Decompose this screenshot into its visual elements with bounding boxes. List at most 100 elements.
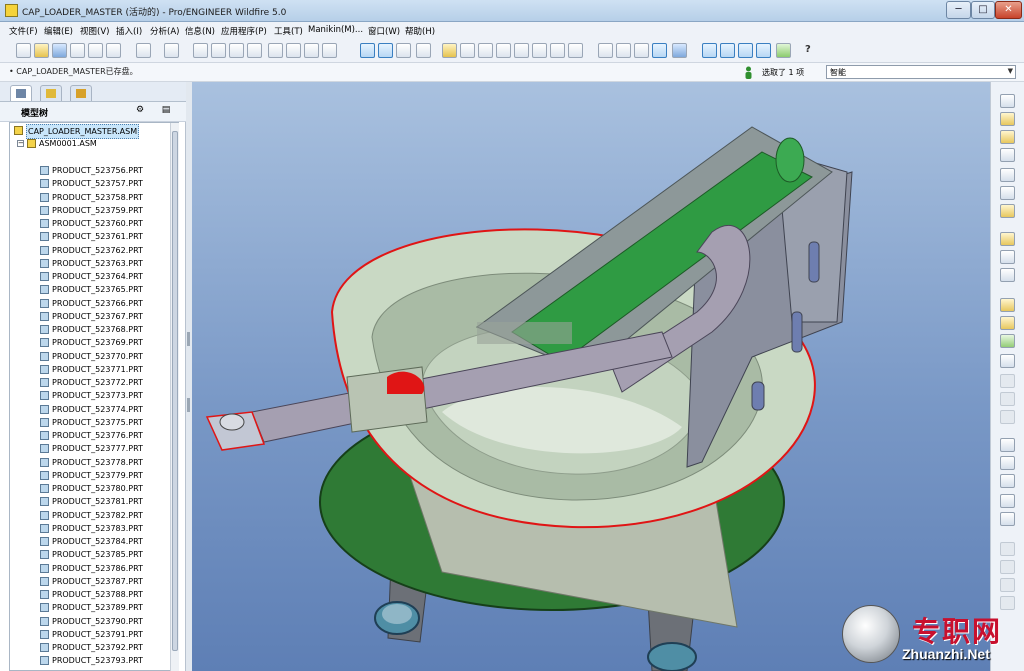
tree-part-item[interactable]: PRODUCT_523756.PRT bbox=[10, 164, 170, 177]
tree-part-item[interactable]: PRODUCT_523761.PRT bbox=[10, 230, 170, 243]
print-preview-icon[interactable] bbox=[88, 43, 103, 58]
tree-part-item[interactable]: PRODUCT_523793.PRT bbox=[10, 654, 170, 667]
assemble-icon[interactable] bbox=[1000, 232, 1015, 246]
tree-part-item[interactable]: PRODUCT_523773.PRT bbox=[10, 389, 170, 402]
tree-part-item[interactable]: PRODUCT_523765.PRT bbox=[10, 283, 170, 296]
plane-display-icon[interactable] bbox=[702, 43, 717, 58]
paste-special-icon[interactable] bbox=[247, 43, 262, 58]
rib-icon[interactable] bbox=[1000, 474, 1015, 488]
menu-insert[interactable]: 插入(I) bbox=[116, 25, 142, 37]
tree-part-item[interactable]: PRODUCT_523791.PRT bbox=[10, 628, 170, 641]
tree-part-item[interactable]: PRODUCT_523783.PRT bbox=[10, 522, 170, 535]
tree-part-item[interactable]: PRODUCT_523762.PRT bbox=[10, 244, 170, 257]
tree-part-item[interactable]: PRODUCT_523768.PRT bbox=[10, 323, 170, 336]
zoom-in-icon[interactable] bbox=[460, 43, 475, 58]
tree-part-item[interactable]: PRODUCT_523794.PRT bbox=[10, 668, 170, 670]
datum-display-icon[interactable] bbox=[360, 43, 375, 58]
cut-feature-icon[interactable] bbox=[1000, 512, 1015, 526]
tree-part-item[interactable]: PRODUCT_523763.PRT bbox=[10, 257, 170, 270]
no-hidden-icon[interactable] bbox=[634, 43, 649, 58]
menu-window[interactable]: 窗口(W) bbox=[368, 25, 400, 37]
enhanced-realism-icon[interactable] bbox=[672, 43, 687, 58]
tree-part-item[interactable]: PRODUCT_523779.PRT bbox=[10, 469, 170, 482]
tree-part-item[interactable]: PRODUCT_523774.PRT bbox=[10, 403, 170, 416]
box-select-icon[interactable] bbox=[322, 43, 337, 58]
new-file-icon[interactable] bbox=[16, 43, 31, 58]
datum-axis-icon[interactable] bbox=[1000, 130, 1015, 144]
save-icon[interactable] bbox=[52, 43, 67, 58]
tree-part-item[interactable]: PRODUCT_523757.PRT bbox=[10, 177, 170, 190]
tree-part-item[interactable]: PRODUCT_523788.PRT bbox=[10, 588, 170, 601]
annotation-display-icon[interactable] bbox=[776, 43, 791, 58]
tab-folder-browser[interactable] bbox=[40, 85, 62, 101]
view-manager-icon[interactable] bbox=[568, 43, 583, 58]
copy-icon[interactable] bbox=[211, 43, 226, 58]
tree-part-item[interactable]: PRODUCT_523760.PRT bbox=[10, 217, 170, 230]
settings-icon[interactable]: ⚙ bbox=[133, 105, 147, 118]
merge-icon[interactable] bbox=[1000, 354, 1015, 368]
print-icon[interactable] bbox=[70, 43, 85, 58]
menu-view[interactable]: 视图(V) bbox=[80, 25, 109, 37]
tree-part-item[interactable]: PRODUCT_523776.PRT bbox=[10, 429, 170, 442]
menu-tools[interactable]: 工具(T) bbox=[274, 25, 303, 37]
tree-part-item[interactable]: PRODUCT_523777.PRT bbox=[10, 442, 170, 455]
tree-part-item[interactable]: PRODUCT_523767.PRT bbox=[10, 310, 170, 323]
email-icon[interactable] bbox=[106, 43, 121, 58]
find-icon[interactable] bbox=[286, 43, 301, 58]
spin-center-icon[interactable] bbox=[442, 43, 457, 58]
axis-display-icon[interactable] bbox=[378, 43, 393, 58]
tree-subassembly-item[interactable]: − ASM0001.ASM bbox=[10, 137, 170, 150]
tree-part-item[interactable]: PRODUCT_523764.PRT bbox=[10, 270, 170, 283]
redo-icon[interactable] bbox=[164, 43, 179, 58]
close-button[interactable]: ✕ bbox=[995, 1, 1022, 19]
context-help-icon[interactable]: ? bbox=[805, 44, 811, 55]
axis-tag-icon[interactable] bbox=[720, 43, 735, 58]
draft-icon[interactable] bbox=[1000, 494, 1015, 508]
scrollbar-thumb[interactable] bbox=[172, 131, 178, 651]
tree-part-item[interactable]: PRODUCT_523778.PRT bbox=[10, 456, 170, 469]
tree-root-item[interactable]: CAP_LOADER_MASTER.ASM bbox=[10, 124, 170, 139]
mirror-icon[interactable] bbox=[1000, 334, 1015, 348]
tree-scrollbar[interactable] bbox=[170, 123, 179, 671]
layers-icon[interactable] bbox=[550, 43, 565, 58]
package-icon[interactable] bbox=[1000, 268, 1015, 282]
refit-icon[interactable] bbox=[496, 43, 511, 58]
menu-info[interactable]: 信息(N) bbox=[185, 25, 215, 37]
graphics-viewport[interactable] bbox=[192, 82, 990, 671]
sketch-tool-icon[interactable] bbox=[1000, 94, 1015, 108]
maximize-button[interactable]: □ bbox=[971, 1, 995, 19]
point-tag-icon[interactable] bbox=[738, 43, 753, 58]
tree-part-item[interactable]: PRODUCT_523782.PRT bbox=[10, 509, 170, 522]
menu-edit[interactable]: 编辑(E) bbox=[44, 25, 73, 37]
pattern-icon[interactable] bbox=[1000, 316, 1015, 330]
point-display-icon[interactable] bbox=[396, 43, 411, 58]
menu-help[interactable]: 帮助(H) bbox=[405, 25, 435, 37]
datum-plane-icon[interactable] bbox=[1000, 112, 1015, 126]
tree-part-item[interactable]: PRODUCT_523786.PRT bbox=[10, 562, 170, 575]
collapse-icon[interactable]: − bbox=[17, 140, 24, 147]
shading-icon[interactable] bbox=[652, 43, 667, 58]
tree-part-item[interactable]: PRODUCT_523766.PRT bbox=[10, 297, 170, 310]
datum-point-icon[interactable] bbox=[1000, 168, 1015, 182]
wireframe-icon[interactable] bbox=[598, 43, 613, 58]
zoom-out-icon[interactable] bbox=[478, 43, 493, 58]
tree-part-item[interactable]: PRODUCT_523759.PRT bbox=[10, 204, 170, 217]
tree-part-item[interactable]: PRODUCT_523771.PRT bbox=[10, 363, 170, 376]
paste-icon[interactable] bbox=[229, 43, 244, 58]
menu-file[interactable]: 文件(F) bbox=[9, 25, 38, 37]
select-by-menu-icon[interactable] bbox=[304, 43, 319, 58]
cut-icon[interactable] bbox=[193, 43, 208, 58]
tree-part-item[interactable]: PRODUCT_523775.PRT bbox=[10, 416, 170, 429]
tree-part-item[interactable]: PRODUCT_523769.PRT bbox=[10, 336, 170, 349]
tree-part-item[interactable]: PRODUCT_523770.PRT bbox=[10, 350, 170, 363]
menu-manikin[interactable]: Manikin(M)... bbox=[308, 25, 363, 35]
tree-part-item[interactable]: PRODUCT_523772.PRT bbox=[10, 376, 170, 389]
datum-curve-icon[interactable] bbox=[1000, 148, 1015, 162]
hidden-line-icon[interactable] bbox=[616, 43, 631, 58]
tree-part-item[interactable]: PRODUCT_523785.PRT bbox=[10, 548, 170, 561]
flexible-icon[interactable] bbox=[1000, 456, 1015, 470]
tree-part-item[interactable]: PRODUCT_523781.PRT bbox=[10, 495, 170, 508]
tree-part-item[interactable]: PRODUCT_523758.PRT bbox=[10, 191, 170, 204]
coordinate-system-icon[interactable] bbox=[1000, 186, 1015, 200]
undo-icon[interactable] bbox=[136, 43, 151, 58]
